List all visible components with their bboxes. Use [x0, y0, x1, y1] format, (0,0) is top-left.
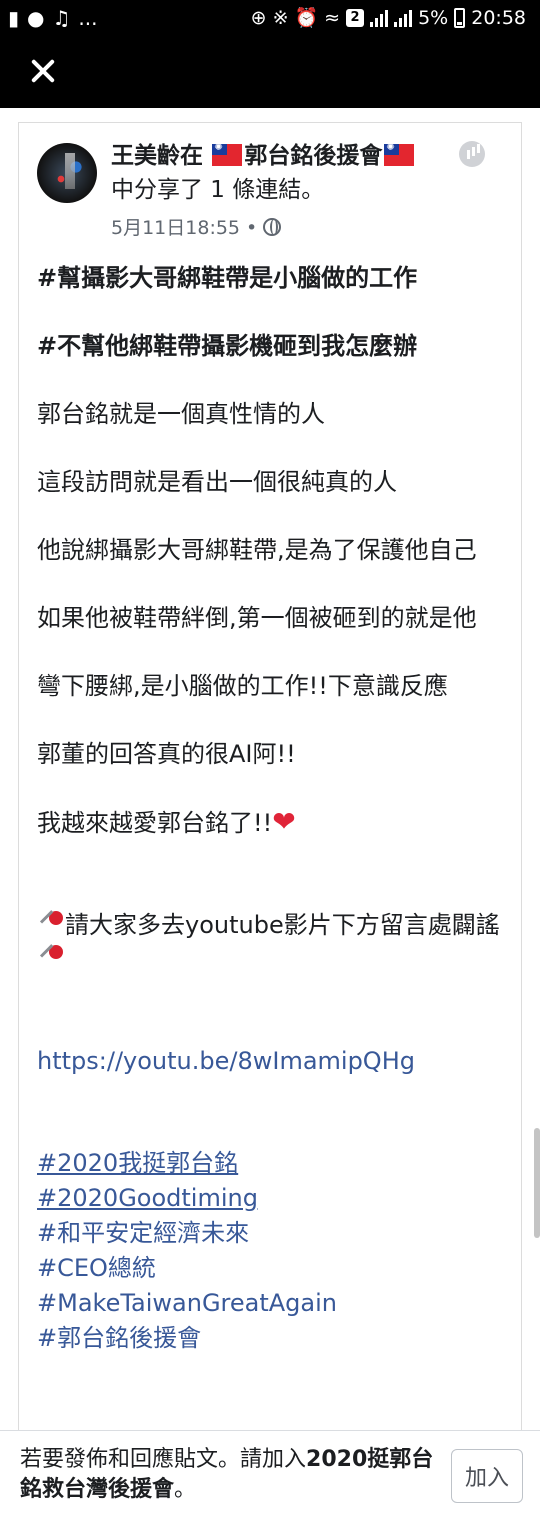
avatar[interactable] [37, 143, 97, 203]
post-viewer: 王美齡在 郭台銘後援會 中分享了 1 條連結。 5月11日18:55 • #幫攝… [0, 108, 540, 1430]
battery-icon [454, 8, 466, 28]
music-icon: ♫ [52, 6, 71, 30]
post-meta: 5月11日18:55 • [111, 213, 282, 240]
more-options-icon[interactable] [459, 141, 485, 167]
post-card: 王美齡在 郭台銘後援會 中分享了 1 條連結。 5月11日18:55 • #幫攝… [18, 122, 522, 1430]
post-paragraph: 彎下腰綁,是小腦做的工作!!下意識反應 [37, 672, 448, 700]
hashtag-link[interactable]: #2020我挺郭台銘 [37, 1146, 507, 1181]
sim-badge: 2 [346, 9, 365, 27]
signal-icon-2 [394, 9, 413, 27]
top-bar [0, 38, 540, 108]
clock: 20:58 [471, 7, 526, 29]
post-paragraph: 郭台銘就是一個真性情的人 [37, 400, 325, 428]
youtube-link[interactable]: https://youtu.be/8wImamipQHg [37, 1044, 507, 1078]
hashtag-link[interactable]: #MakeTaiwanGreatAgain [37, 1286, 507, 1321]
heart-icon: ❤ [272, 805, 296, 838]
hashtag-link[interactable]: #和平安定經濟未來 [37, 1216, 507, 1251]
share-action-text: 中分享了 1 條連結。 [111, 177, 325, 203]
join-button[interactable]: 加入 [451, 1449, 523, 1503]
group-name[interactable]: 郭台銘後援會 [244, 143, 382, 169]
alarm-icon: ⏰ [294, 7, 319, 29]
scrollbar[interactable] [534, 1128, 540, 1238]
post-timestamp[interactable]: 5月11日18:55 • [111, 213, 257, 240]
post-body: #幫攝影大哥綁鞋帶是小腦做的工作 #不幫他綁鞋帶攝影機砸到我怎麼辦 郭台銘就是一… [37, 261, 507, 1356]
bluetooth-icon: ※ [272, 7, 289, 29]
status-bar: ▮ ● ♫ ... ⊕ ※ ⏰ ≈ 2 5% 20:58 [0, 0, 540, 38]
join-group-bar: 若要發佈和回應貼文。請加入2020挺郭台銘救台灣後援會。 加入 [0, 1430, 540, 1520]
post-paragraph: 郭董的回答真的很AI阿!! [37, 740, 296, 768]
hashtag-link[interactable]: #2020Goodtiming [37, 1181, 507, 1216]
chat-icon: ● [27, 6, 45, 30]
data-saver-icon: ⊕ [250, 7, 267, 29]
post-header: 王美齡在 郭台銘後援會 中分享了 1 條連結。 [111, 139, 471, 207]
join-prompt-suffix: 。 [174, 1477, 197, 1502]
pushpin-icon [37, 943, 65, 971]
hashtag-link[interactable]: #郭台銘後援會 [37, 1321, 507, 1356]
post-paragraph-text: 我越來越愛郭台銘了!! [37, 809, 273, 837]
hashtag-line: #不幫他綁鞋帶攝影機砸到我怎麼辦 [37, 332, 418, 360]
alert-icon: ▮ [8, 6, 20, 30]
notification-icons: ▮ ● ♫ ... [8, 6, 97, 30]
hashtag-list: #2020我挺郭台銘 #2020Goodtiming #和平安定經濟未來 #CE… [37, 1146, 507, 1356]
author-name[interactable]: 王美齡在 [111, 143, 203, 169]
join-prompt-prefix: 若要發佈和回應貼文。請加入 [20, 1447, 307, 1472]
pushpin-icon [37, 909, 65, 937]
system-icons: ⊕ ※ ⏰ ≈ 2 5% 20:58 [251, 6, 526, 30]
battery-percent: 5% [418, 7, 449, 29]
signal-icon [370, 9, 389, 27]
post-paragraph: 他說綁攝影大哥綁鞋帶,是為了保護他自己 [37, 536, 477, 564]
taiwan-flag-icon [384, 141, 415, 166]
more-notifications-text: ... [78, 6, 98, 30]
hashtag-link[interactable]: #CEO總統 [37, 1251, 507, 1286]
post-paragraph: 如果他被鞋帶絆倒,第一個被砸到的就是他 [37, 604, 477, 632]
post-paragraph: 這段訪問就是看出一個很純真的人 [37, 468, 397, 496]
wifi-icon: ≈ [324, 7, 341, 29]
post-paragraph: 我越來越愛郭台銘了!!❤ [37, 805, 507, 840]
close-icon[interactable] [24, 52, 64, 92]
hashtag-line: #幫攝影大哥綁鞋帶是小腦做的工作 [37, 264, 418, 292]
join-prompt: 若要發佈和回應貼文。請加入2020挺郭台銘救台灣後援會。 [20, 1445, 442, 1505]
taiwan-flag-icon [212, 141, 243, 166]
call-to-action: 請大家多去youtube影片下方留言處闢謠 [37, 908, 507, 976]
call-to-action-text: 請大家多去youtube影片下方留言處闢謠 [65, 911, 500, 939]
globe-icon [263, 217, 282, 236]
